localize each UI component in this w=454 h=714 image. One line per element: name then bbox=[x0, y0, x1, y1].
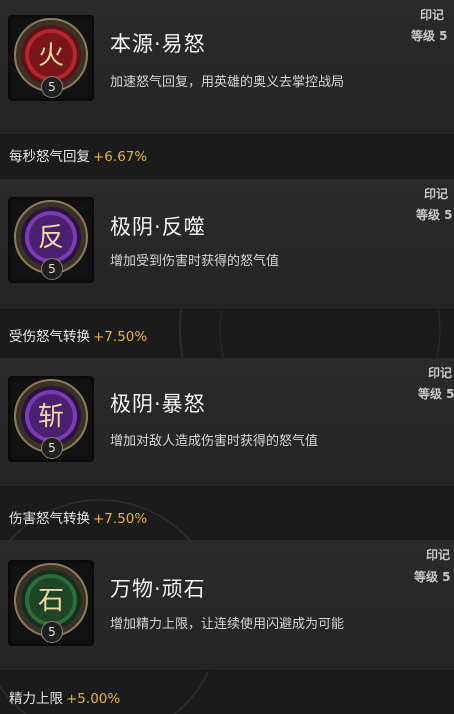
stat-name: 精力上限 bbox=[9, 691, 63, 707]
imprint-stat: 每秒怒气回复 +6.67% bbox=[9, 145, 147, 165]
imprint-level-label: 等级 5 bbox=[418, 387, 454, 401]
level-badge: 5 bbox=[41, 437, 63, 459]
stone-rune-icon: 石 5 bbox=[8, 560, 94, 646]
stat-value: +5.00% bbox=[66, 691, 121, 707]
imprint-description: 加速怒气回复，用英雄的奥义去掌控战局 bbox=[110, 75, 345, 90]
svg-text:石: 石 bbox=[38, 586, 64, 616]
yin-rage-rune-icon: 斩 5 bbox=[8, 376, 94, 462]
svg-text:反: 反 bbox=[38, 223, 64, 253]
imprint-level-label: 等级 5 bbox=[414, 570, 451, 584]
imprint-title: 极阴·暴怒 bbox=[110, 392, 206, 416]
imprint-stat: 受伤怒气转换 +7.50% bbox=[9, 325, 147, 345]
level-badge: 5 bbox=[41, 621, 63, 643]
svg-text:斩: 斩 bbox=[38, 402, 64, 432]
imprint-level-label: 等级 5 bbox=[411, 29, 448, 43]
level-badge: 5 bbox=[41, 258, 63, 280]
imprint-description: 增加对敌人造成伤害时获得的怒气值 bbox=[110, 434, 319, 449]
fire-rune-icon: 火 5 bbox=[8, 15, 94, 101]
yin-rune-icon: 反 5 bbox=[8, 197, 94, 283]
imprint-stat: 精力上限 +5.00% bbox=[9, 687, 120, 707]
imprint-title: 万物·顽石 bbox=[110, 577, 206, 601]
stat-value: +7.50% bbox=[93, 511, 148, 527]
stat-value: +7.50% bbox=[93, 329, 148, 345]
imprint-description: 增加精力上限，让连续使用闪避成为可能 bbox=[110, 617, 345, 632]
stat-name: 每秒怒气回复 bbox=[9, 149, 90, 165]
imprint-mark-label: 印记 bbox=[424, 187, 449, 201]
level-badge: 5 bbox=[41, 76, 63, 98]
stat-name: 受伤怒气转换 bbox=[9, 329, 90, 345]
imprint-mark-label: 印记 bbox=[420, 8, 445, 22]
imprint-title: 本源·易怒 bbox=[110, 32, 206, 56]
imprint-description: 增加受到伤害时获得的怒气值 bbox=[110, 254, 280, 269]
imprint-title: 极阴·反噬 bbox=[110, 215, 206, 239]
stat-name: 伤害怒气转换 bbox=[9, 511, 90, 527]
stat-value: +6.67% bbox=[93, 149, 148, 165]
imprint-stat: 伤害怒气转换 +7.50% bbox=[9, 507, 147, 527]
svg-text:火: 火 bbox=[38, 41, 64, 71]
imprint-mark-label: 印记 bbox=[426, 548, 451, 562]
imprint-mark-label: 印记 bbox=[428, 366, 453, 380]
imprint-level-label: 等级 5 bbox=[416, 208, 453, 222]
